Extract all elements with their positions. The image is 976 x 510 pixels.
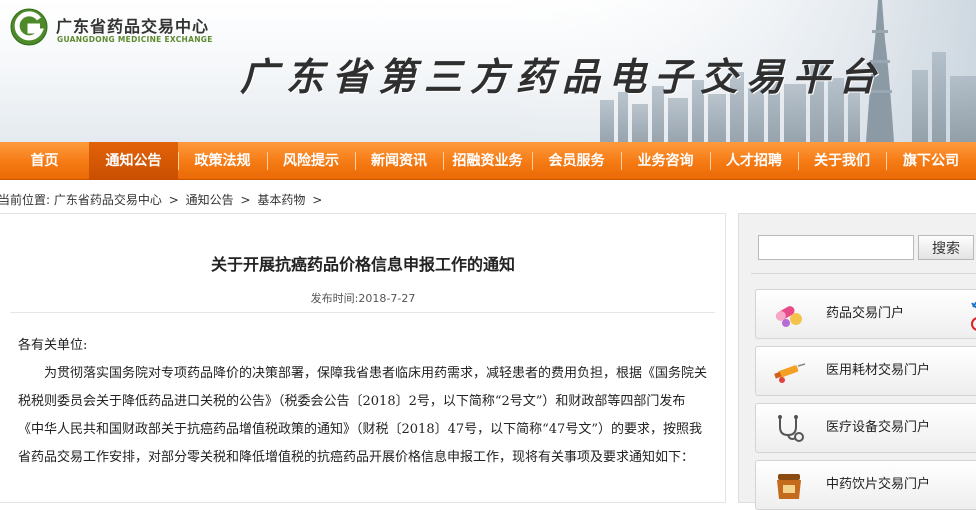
stethoscope-icon [778, 415, 804, 442]
breadcrumb-separator: > [240, 193, 251, 207]
nav-item-consulting[interactable]: 业务咨询 [621, 142, 710, 180]
search-button[interactable]: 搜索 [918, 235, 974, 260]
portal-label: 药品交易门户 [826, 306, 905, 321]
breadcrumb: 当前位置: 广东省药品交易中心 > 通知公告 > 基本药物 > [0, 191, 325, 208]
nav-item-policies[interactable]: 政策法规 [178, 142, 267, 180]
header-banner: 广东省药品交易中心 GUANGDONG MEDICINE EXCHANGE 广东… [0, 0, 976, 142]
china-telecom-icon [971, 301, 976, 309]
nav-item-risk-alerts[interactable]: 风险提示 [267, 142, 355, 180]
nav-item-home[interactable]: 首页 [0, 142, 89, 180]
portal-label: 医用耗材交易门户 [826, 363, 931, 378]
portal-label: 中药饮片交易门户 [826, 477, 931, 492]
nav-item-news[interactable]: 新闻资讯 [355, 142, 443, 180]
syringe-icon [774, 363, 806, 383]
article-title: 关于开展抗癌药品价格信息申报工作的通知 [210, 255, 515, 274]
nav-item-subsidiaries[interactable]: 旗下公司 [886, 142, 976, 180]
publish-date: 2018-7-27 [358, 292, 416, 305]
article-greeting: 各有关单位: [18, 338, 88, 353]
breadcrumb-item-home[interactable]: 广东省药品交易中心 [54, 193, 162, 207]
publish-label: 发布时间: [310, 292, 359, 305]
logo-chinese-name: 广东省药品交易中心 [56, 17, 210, 36]
article-panel: 关于开展抗癌药品价格信息申报工作的通知 发布时间:2018-7-27 各有关单位… [0, 213, 726, 503]
portal-label: 医疗设备交易门户 [826, 420, 931, 435]
portal-drug-trading[interactable]: 药品交易门户 [755, 289, 976, 339]
breadcrumb-item-essential-drugs[interactable]: 基本药物 [257, 193, 305, 207]
pills-icon [775, 306, 802, 327]
breadcrumb-separator: > [168, 193, 179, 207]
logo-english-name: GUANGDONG MEDICINE EXCHANGE [57, 35, 213, 44]
nav-item-about-us[interactable]: 关于我们 [798, 142, 886, 180]
china-unicom-icon [971, 317, 976, 331]
nav-item-member-services[interactable]: 会员服务 [532, 142, 621, 180]
sidebar: 搜索 药品交易门户 医用耗材交易门户 医疗设备交易门户 中药饮片交易门户 [738, 213, 976, 510]
article-paragraph: 为贯彻落实国务院对专项药品降价的决策部署，保障我省患者临床用药需求，减轻患者的费… [18, 366, 708, 465]
portal-medical-equipment[interactable]: 医疗设备交易门户 [755, 403, 976, 453]
herbal-jar-icon [777, 474, 801, 499]
breadcrumb-separator: > [312, 193, 323, 207]
nav-item-notices[interactable]: 通知公告 [89, 142, 178, 180]
main-nav: 首页 通知公告 政策法规 风险提示 新闻资讯 招融资业务 会员服务 业务咨询 人… [0, 142, 976, 180]
portal-herbal-pieces[interactable]: 中药饮片交易门户 [755, 460, 976, 510]
logo-g-icon [10, 8, 48, 46]
breadcrumb-prefix: 当前位置: [0, 193, 51, 207]
platform-title: 广东省第三方药品电子交易平台 [240, 54, 885, 99]
publish-info: 发布时间:2018-7-27 [0, 290, 726, 306]
sidebar-divider [751, 273, 976, 274]
breadcrumb-item-notices[interactable]: 通知公告 [186, 193, 234, 207]
search-input[interactable] [758, 235, 914, 260]
title-divider [10, 312, 715, 313]
article-body: 各有关单位: 为贯彻落实国务院对专项药品降价的决策部署，保障我省患者临床用药需求… [18, 332, 708, 472]
nav-item-careers[interactable]: 人才招聘 [710, 142, 798, 180]
portal-medical-consumables[interactable]: 医用耗材交易门户 [755, 346, 976, 396]
nav-item-financing[interactable]: 招融资业务 [443, 142, 532, 180]
